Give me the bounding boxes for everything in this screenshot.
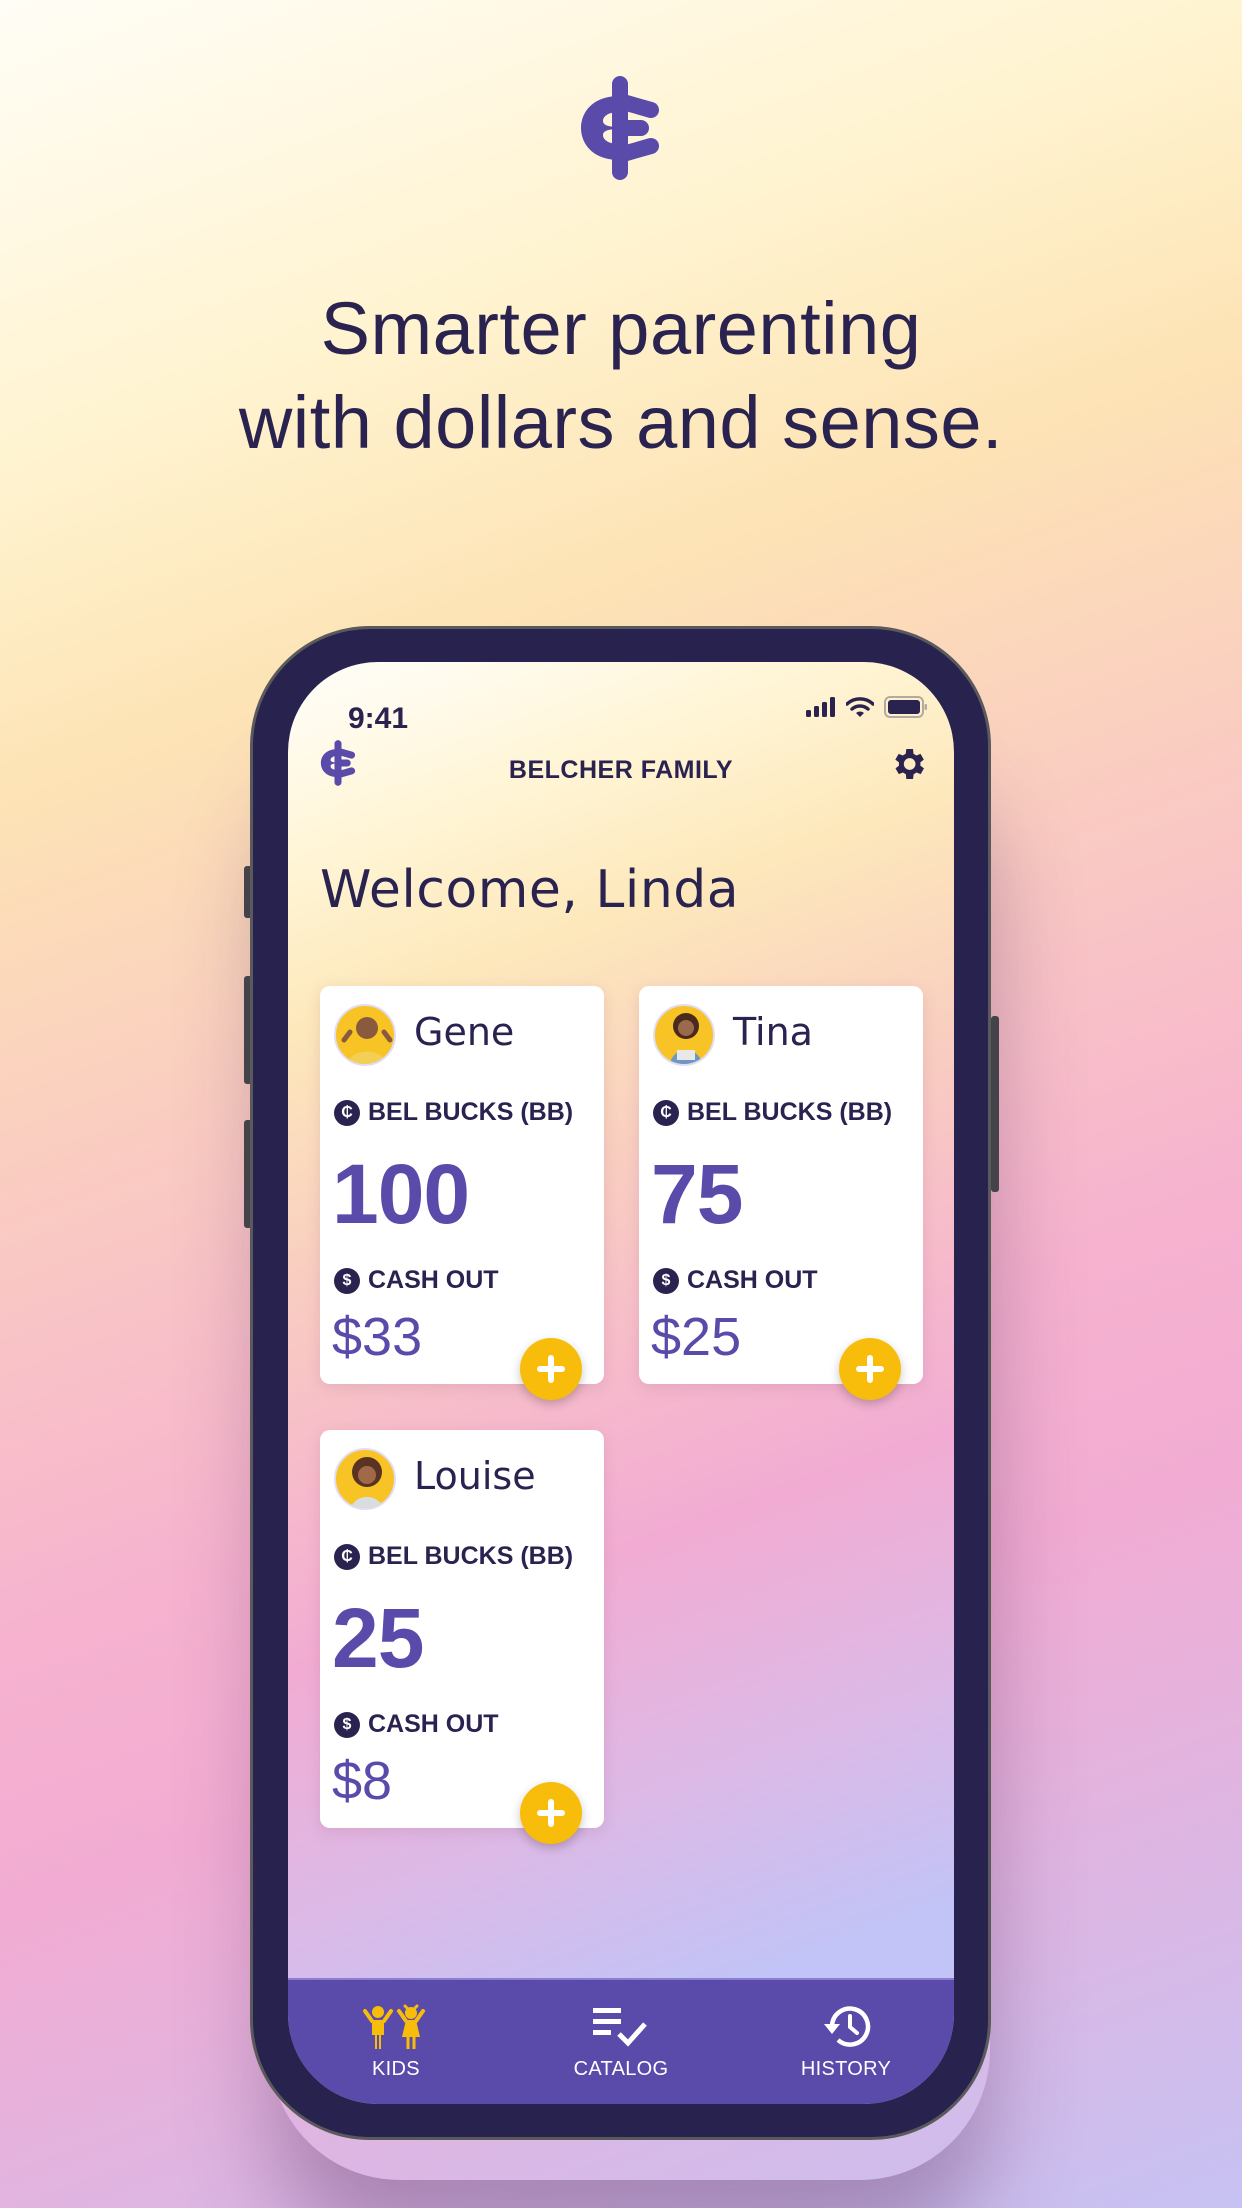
status-icons bbox=[806, 692, 928, 722]
bel-bucks-label-text: BEL BUCKS (BB) bbox=[368, 1542, 574, 1570]
family-title: BELCHER FAMILY bbox=[508, 756, 734, 784]
cash-out-label-text: CASH OUT bbox=[368, 1266, 499, 1294]
cash-out-label: $ CASH OUT bbox=[334, 1710, 499, 1739]
dollar-coin-icon: $ bbox=[653, 1267, 679, 1294]
cash-out-label-text: CASH OUT bbox=[687, 1266, 818, 1294]
tab-label: CATALOG bbox=[573, 2058, 669, 2080]
bel-bucks-label-text: BEL BUCKS (BB) bbox=[687, 1098, 893, 1126]
tab-kids[interactable]: KIDS bbox=[336, 1980, 456, 2104]
bel-bucks-value: 75 bbox=[651, 1147, 743, 1241]
dollar-coin-icon: $ bbox=[334, 1267, 360, 1294]
bottom-tab-bar: KIDS CATALOG HISTORY bbox=[288, 1978, 954, 2104]
add-button[interactable] bbox=[520, 1338, 582, 1400]
kid-photo bbox=[669, 1013, 703, 1064]
kid-photo bbox=[341, 1017, 393, 1064]
cash-out-label: $ CASH OUT bbox=[334, 1266, 499, 1295]
bel-bucks-coin-icon: ₵ bbox=[653, 1099, 679, 1126]
kid-name: Louise bbox=[414, 1454, 536, 1498]
headline-line-2: with dollars and sense. bbox=[238, 381, 1004, 464]
battery-icon bbox=[884, 696, 927, 718]
dollar-coin-icon: $ bbox=[334, 1711, 360, 1738]
bel-bucks-coin-icon: ₵ bbox=[334, 1543, 360, 1570]
catalog-checklist-icon bbox=[593, 2008, 647, 2047]
app-screen: 9:41 BELCHER FAMILY Welcome, Linda Gene … bbox=[288, 662, 954, 2104]
welcome-heading: Welcome, Linda bbox=[320, 860, 740, 920]
avatar bbox=[653, 1004, 715, 1066]
status-time: 9:41 bbox=[348, 702, 409, 735]
kid-card-gene[interactable]: Gene ₵ BEL BUCKS (BB) 100 $ CASH OUT $33 bbox=[320, 986, 604, 1400]
kid-name: Gene bbox=[414, 1010, 515, 1054]
tab-label: HISTORY bbox=[800, 2058, 892, 2080]
tab-history[interactable]: HISTORY bbox=[786, 1980, 906, 2104]
bel-bucks-label-text: BEL BUCKS (BB) bbox=[368, 1098, 574, 1126]
bel-bucks-coin-icon: ₵ bbox=[334, 1099, 360, 1126]
wifi-icon bbox=[846, 697, 874, 717]
add-button[interactable] bbox=[520, 1782, 582, 1844]
promo-headline: Smarter parenting with dollars and sense… bbox=[0, 282, 1242, 470]
cash-out-value: $33 bbox=[332, 1307, 423, 1367]
kid-photo bbox=[351, 1457, 383, 1508]
avatar bbox=[334, 1004, 396, 1066]
headline-line-1: Smarter parenting bbox=[320, 287, 922, 370]
bel-bucks-label: ₵ BEL BUCKS (BB) bbox=[653, 1098, 892, 1127]
kid-name: Tina bbox=[733, 1010, 813, 1054]
kid-card-louise[interactable]: Louise ₵ BEL BUCKS (BB) 25 $ CASH OUT $8 bbox=[320, 1430, 604, 1844]
plus-icon bbox=[537, 1799, 565, 1827]
signal-icon bbox=[806, 697, 835, 717]
bel-bucks-value: 25 bbox=[332, 1591, 424, 1685]
tab-catalog[interactable]: CATALOG bbox=[561, 1980, 681, 2104]
cash-out-label: $ CASH OUT bbox=[653, 1266, 818, 1295]
phone-power-button bbox=[991, 1016, 999, 1192]
kids-icon bbox=[363, 2004, 425, 2049]
add-button[interactable] bbox=[839, 1338, 901, 1400]
bel-bucks-label: ₵ BEL BUCKS (BB) bbox=[334, 1098, 573, 1127]
cash-out-label-text: CASH OUT bbox=[368, 1710, 499, 1738]
kid-card-tina[interactable]: Tina ₵ BEL BUCKS (BB) 75 $ CASH OUT $25 bbox=[639, 986, 923, 1400]
plus-icon bbox=[856, 1355, 884, 1383]
plus-icon bbox=[537, 1355, 565, 1383]
history-clock-icon bbox=[824, 2006, 871, 2047]
bel-bucks-label: ₵ BEL BUCKS (BB) bbox=[334, 1542, 573, 1571]
bel-bucks-value: 100 bbox=[332, 1147, 470, 1241]
tab-label: KIDS bbox=[372, 2058, 420, 2080]
cash-out-value: $8 bbox=[332, 1751, 393, 1811]
gear-icon[interactable] bbox=[888, 744, 928, 784]
bel-bucks-logo-icon bbox=[581, 76, 659, 180]
cash-out-value: $25 bbox=[651, 1307, 742, 1367]
avatar bbox=[334, 1448, 396, 1510]
